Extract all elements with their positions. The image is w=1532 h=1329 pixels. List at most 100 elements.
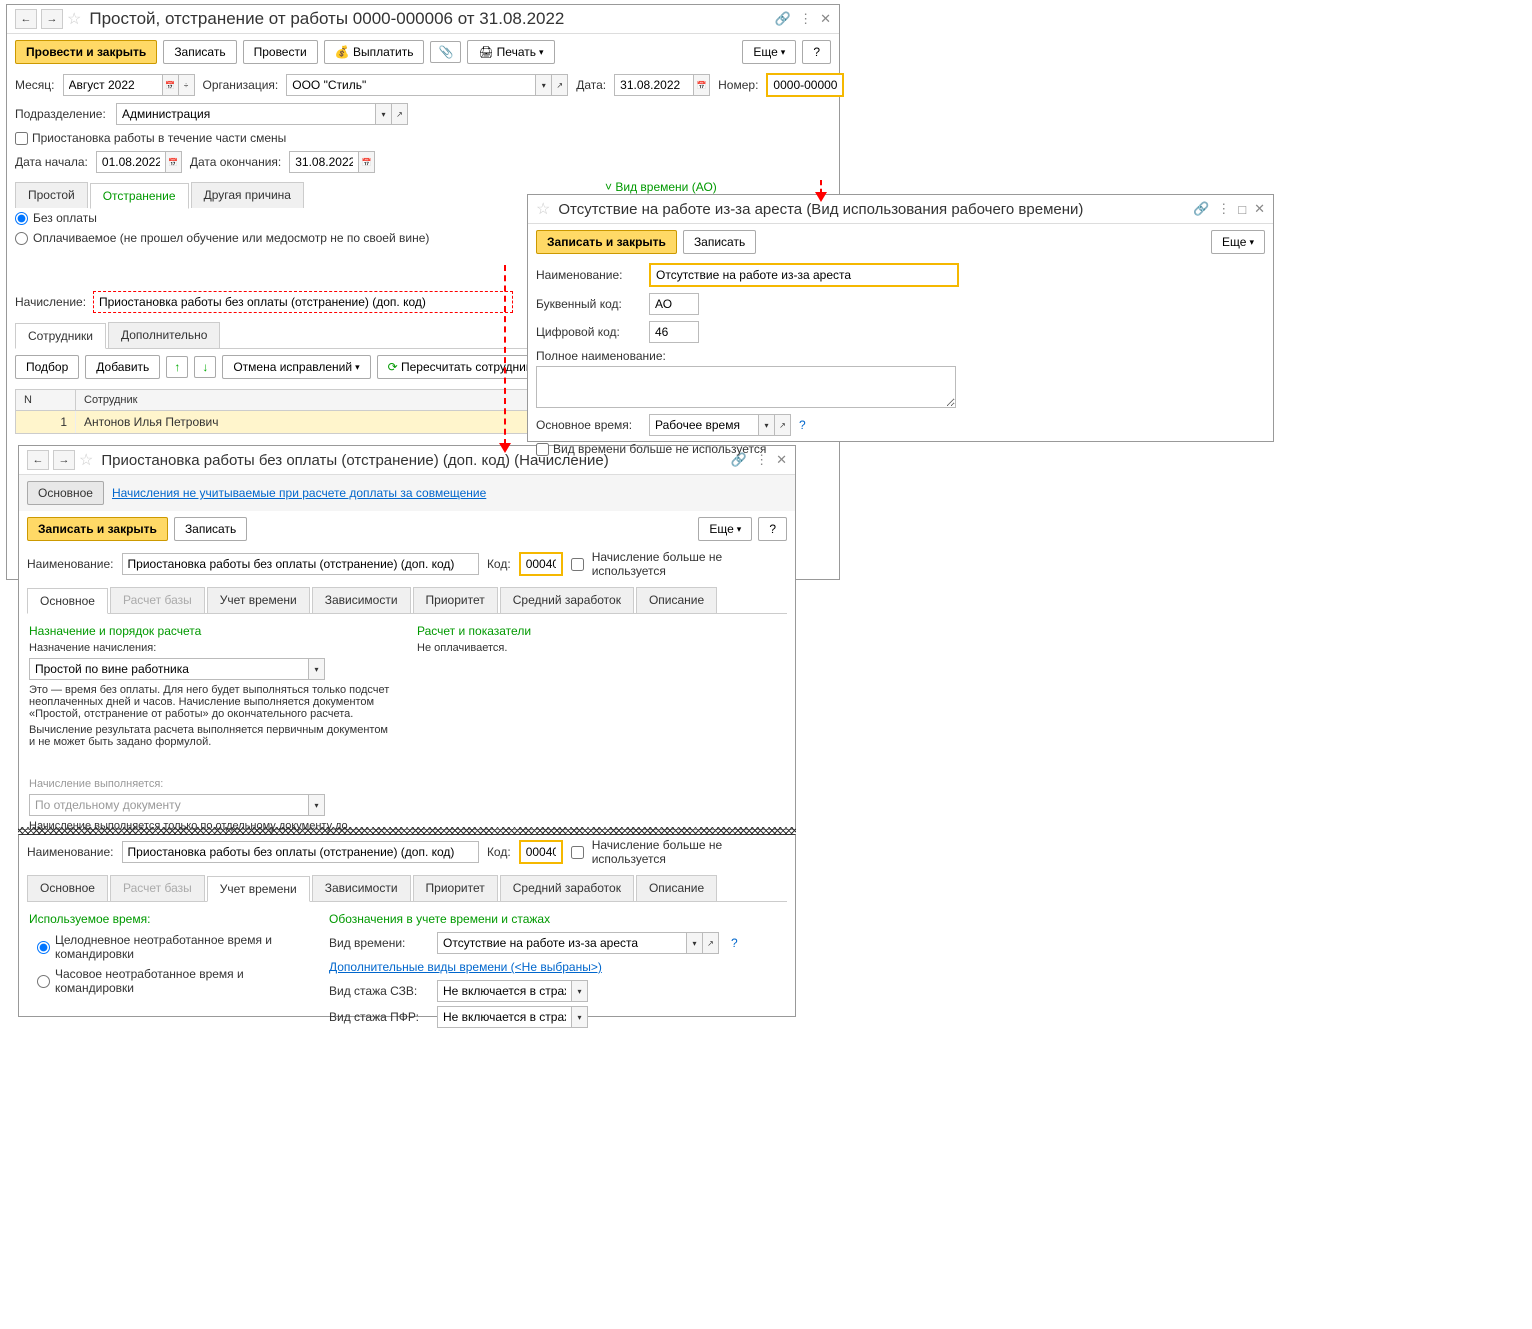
org-dropdown-btn[interactable]: ▾ xyxy=(536,74,552,96)
nav-link[interactable]: Начисления не учитываемые при расчете до… xyxy=(112,486,486,500)
tab-deps[interactable]: Зависимости xyxy=(312,587,411,613)
nav-main[interactable]: Основное xyxy=(27,481,104,505)
tab-base[interactable]: Расчет базы xyxy=(110,587,205,613)
attach-button[interactable]: 📎 xyxy=(430,41,461,63)
end-date-input[interactable] xyxy=(289,151,359,173)
code-input[interactable] xyxy=(519,840,563,864)
recalc-button[interactable]: ⟳ Пересчитать сотрудника xyxy=(377,355,549,379)
help-button[interactable]: ? xyxy=(802,40,831,64)
dept-input[interactable] xyxy=(116,103,376,125)
tab-priority[interactable]: Приоритет xyxy=(413,875,498,901)
pfr-dropdown-btn[interactable]: ▾ xyxy=(572,1006,588,1028)
tab-main[interactable]: Основное xyxy=(27,588,108,614)
undo-button[interactable]: Отмена исправлений xyxy=(222,355,370,379)
pick-button[interactable]: Подбор xyxy=(15,355,79,379)
back-button[interactable]: ← xyxy=(27,450,49,470)
hourly-radio[interactable] xyxy=(37,975,50,988)
pay-button[interactable]: 💰 Выплатить xyxy=(324,40,425,64)
accrual-input[interactable] xyxy=(93,291,513,313)
save-button[interactable]: Записать xyxy=(174,517,247,541)
move-down-button[interactable]: ↓ xyxy=(194,356,216,378)
number-input[interactable] xyxy=(766,73,844,97)
help-button[interactable]: ? xyxy=(758,517,787,541)
tab-time[interactable]: Учет времени xyxy=(207,587,310,613)
tab-avg[interactable]: Средний заработок xyxy=(500,875,634,901)
link-icon[interactable]: 🔗 xyxy=(1193,201,1209,217)
start-date-input[interactable] xyxy=(96,151,166,173)
full-textarea[interactable] xyxy=(536,366,956,408)
save-button[interactable]: Записать xyxy=(683,230,756,254)
tab-base[interactable]: Расчет базы xyxy=(110,875,205,901)
print-button[interactable]: 🖨 Печать xyxy=(467,40,554,64)
time-type-link[interactable]: ˅ Вид времени (АО) xyxy=(605,180,834,194)
more-button[interactable]: Еще xyxy=(1211,230,1265,254)
main-open-btn[interactable]: ↗ xyxy=(775,414,791,436)
maximize-icon[interactable]: □ xyxy=(1238,202,1246,217)
partial-shift-checkbox[interactable] xyxy=(15,132,28,145)
start-calendar-btn[interactable]: 📅 xyxy=(166,151,182,173)
name-input[interactable] xyxy=(122,553,479,575)
type-tab-simple[interactable]: Простой xyxy=(15,182,88,208)
tt-help[interactable]: ? xyxy=(731,936,738,950)
tab-main[interactable]: Основное xyxy=(27,875,108,901)
main-time-input[interactable] xyxy=(649,414,759,436)
month-calendar-btn[interactable]: 📅 xyxy=(163,74,179,96)
forward-button[interactable]: → xyxy=(53,450,75,470)
more-button[interactable]: Еще xyxy=(698,517,752,541)
szv-input[interactable] xyxy=(437,980,572,1002)
type-tab-other[interactable]: Другая причина xyxy=(191,182,304,208)
add-types-link[interactable]: Дополнительные виды времени (<Не выбраны… xyxy=(329,960,602,974)
more-button[interactable]: Еще xyxy=(742,40,796,64)
pfr-input[interactable] xyxy=(437,1006,572,1028)
paid-radio[interactable] xyxy=(15,232,28,245)
back-button[interactable]: ← xyxy=(15,9,37,29)
exec-dropdown-btn[interactable]: ▾ xyxy=(309,794,325,816)
purpose-input[interactable] xyxy=(29,658,309,680)
save-button[interactable]: Записать xyxy=(163,40,236,64)
name-input[interactable] xyxy=(649,263,959,287)
main-dropdown-btn[interactable]: ▾ xyxy=(759,414,775,436)
main-help[interactable]: ? xyxy=(799,418,806,432)
purpose-dropdown-btn[interactable]: ▾ xyxy=(309,658,325,680)
exec-input[interactable] xyxy=(29,794,309,816)
close-icon[interactable]: ✕ xyxy=(820,11,831,27)
employees-tab[interactable]: Сотрудники xyxy=(15,323,106,349)
tt-dropdown-btn[interactable]: ▾ xyxy=(687,932,703,954)
save-close-button[interactable]: Записать и закрыть xyxy=(536,230,677,254)
code-input[interactable] xyxy=(519,552,563,576)
star-icon[interactable]: ☆ xyxy=(79,450,93,470)
tt-open-btn[interactable]: ↗ xyxy=(703,932,719,954)
digit-input[interactable] xyxy=(649,321,699,343)
move-up-button[interactable]: ↑ xyxy=(166,356,188,378)
menu-icon[interactable]: ⋮ xyxy=(799,11,812,27)
daily-radio[interactable] xyxy=(37,941,50,954)
star-icon[interactable]: ☆ xyxy=(536,199,550,219)
tab-avg[interactable]: Средний заработок xyxy=(500,587,634,613)
link-icon[interactable]: 🔗 xyxy=(775,11,791,27)
post-button[interactable]: Провести xyxy=(243,40,318,64)
letter-input[interactable] xyxy=(649,293,699,315)
notused-checkbox[interactable] xyxy=(571,846,584,859)
timetype-input[interactable] xyxy=(437,932,687,954)
notused-checkbox[interactable] xyxy=(536,443,549,456)
org-open-btn[interactable]: ↗ xyxy=(552,74,568,96)
tab-desc[interactable]: Описание xyxy=(636,875,717,901)
post-close-button[interactable]: Провести и закрыть xyxy=(15,40,157,64)
forward-button[interactable]: → xyxy=(41,9,63,29)
save-close-button[interactable]: Записать и закрыть xyxy=(27,517,168,541)
menu-icon[interactable]: ⋮ xyxy=(1217,201,1230,217)
date-calendar-btn[interactable]: 📅 xyxy=(694,74,710,96)
end-calendar-btn[interactable]: 📅 xyxy=(359,151,375,173)
add-button[interactable]: Добавить xyxy=(85,355,160,379)
name-input[interactable] xyxy=(122,841,479,863)
month-spin-btn[interactable]: ÷ xyxy=(179,74,195,96)
tab-deps[interactable]: Зависимости xyxy=(312,875,411,901)
tab-priority[interactable]: Приоритет xyxy=(413,587,498,613)
date-input[interactable] xyxy=(614,74,694,96)
szv-dropdown-btn[interactable]: ▾ xyxy=(572,980,588,1002)
tab-time[interactable]: Учет времени xyxy=(207,876,310,902)
notused-checkbox[interactable] xyxy=(571,558,584,571)
tab-desc[interactable]: Описание xyxy=(636,587,717,613)
org-input[interactable] xyxy=(286,74,536,96)
close-icon[interactable]: ✕ xyxy=(1254,201,1265,217)
